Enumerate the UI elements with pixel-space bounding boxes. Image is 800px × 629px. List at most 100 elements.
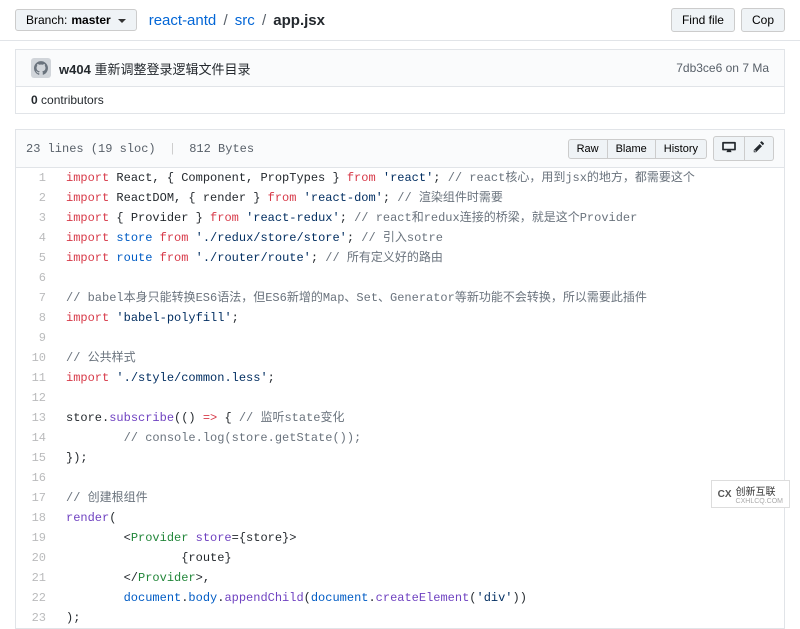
code-line: 20 {route} <box>16 548 784 568</box>
code-line: 23); <box>16 608 784 628</box>
crumb-file: app.jsx <box>273 12 325 29</box>
line-number[interactable]: 17 <box>16 488 56 508</box>
line-number[interactable]: 18 <box>16 508 56 528</box>
code-line: 18render( <box>16 508 784 528</box>
commit-sha[interactable]: 7db3ce6 <box>676 61 722 75</box>
edit-icon-button[interactable] <box>745 136 774 161</box>
line-number[interactable]: 16 <box>16 468 56 488</box>
find-file-button[interactable]: Find file <box>671 8 735 32</box>
crumb-root[interactable]: react-antd <box>149 12 217 29</box>
commit-on: on <box>726 61 739 75</box>
line-number[interactable]: 12 <box>16 388 56 408</box>
commit-date: 7 Ma <box>742 61 769 75</box>
line-content: // console.log(store.getState()); <box>56 428 784 448</box>
octicon-mark-icon <box>34 61 48 75</box>
line-content: }); <box>56 448 784 468</box>
breadcrumb: react-antd / src / app.jsx <box>149 12 325 29</box>
code-line: 11import './style/common.less'; <box>16 368 784 388</box>
commit-meta: 7db3ce6 on 7 Ma <box>676 61 769 75</box>
contributors-count: 0 <box>31 93 38 107</box>
line-content <box>56 328 784 348</box>
code-line: 14 // console.log(store.getState()); <box>16 428 784 448</box>
line-content: // 公共样式 <box>56 348 784 368</box>
line-number[interactable]: 4 <box>16 228 56 248</box>
code-line: 4import store from './redux/store/store'… <box>16 228 784 248</box>
line-content: // 创建根组件 <box>56 488 784 508</box>
commit-author[interactable]: w404 <box>59 62 91 77</box>
divider: | <box>169 142 176 156</box>
file-header: 23 lines (19 sloc) | 812 Bytes Raw Blame… <box>15 129 785 168</box>
line-number[interactable]: 23 <box>16 608 56 628</box>
raw-button[interactable]: Raw <box>568 139 608 159</box>
line-number[interactable]: 14 <box>16 428 56 448</box>
copy-path-button[interactable]: Cop <box>741 8 785 32</box>
line-number[interactable]: 15 <box>16 448 56 468</box>
code-line: 10// 公共样式 <box>16 348 784 368</box>
code-viewer: 1import React, { Component, PropTypes } … <box>15 168 785 629</box>
line-content: import ReactDOM, { render } from 'react-… <box>56 188 784 208</box>
code-line: 22 document.body.appendChild(document.cr… <box>16 588 784 608</box>
desktop-icon-button[interactable] <box>713 136 745 161</box>
line-number[interactable]: 3 <box>16 208 56 228</box>
line-content: store.subscribe(() => { // 监听state变化 <box>56 408 784 428</box>
code-line: 17// 创建根组件 <box>16 488 784 508</box>
code-line: 7// babel本身只能转换ES6语法，但ES6新增的Map、Set、Gene… <box>16 288 784 308</box>
crumb-sep: / <box>262 12 266 29</box>
line-content: <Provider store={store}> <box>56 528 784 548</box>
line-content: // babel本身只能转换ES6语法，但ES6新增的Map、Set、Gener… <box>56 288 784 308</box>
pencil-icon <box>753 141 765 153</box>
watermark-logo: CX <box>718 489 732 500</box>
line-number[interactable]: 9 <box>16 328 56 348</box>
code-line: 2import ReactDOM, { render } from 'react… <box>16 188 784 208</box>
line-number[interactable]: 1 <box>16 168 56 188</box>
file-actions: Raw Blame History <box>568 136 774 161</box>
watermark-sub: CXHLCQ.COM <box>736 498 783 505</box>
history-button[interactable]: History <box>656 139 707 159</box>
line-number[interactable]: 13 <box>16 408 56 428</box>
line-content: render( <box>56 508 784 528</box>
crumb-folder[interactable]: src <box>235 12 255 29</box>
contributors-label: contributors <box>41 93 104 107</box>
line-number[interactable]: 21 <box>16 568 56 588</box>
line-content: document.body.appendChild(document.creat… <box>56 588 784 608</box>
desktop-icon <box>722 141 736 153</box>
line-number[interactable]: 7 <box>16 288 56 308</box>
line-number[interactable]: 11 <box>16 368 56 388</box>
branch-name: master <box>71 13 110 27</box>
branch-selector[interactable]: Branch: master <box>15 9 137 31</box>
line-number[interactable]: 10 <box>16 348 56 368</box>
caret-down-icon <box>115 13 126 27</box>
topbar-actions: Find file Cop <box>671 8 785 32</box>
code-line: 19 <Provider store={store}> <box>16 528 784 548</box>
line-content: ); <box>56 608 784 628</box>
code-line: 21 </Provider>, <box>16 568 784 588</box>
line-number[interactable]: 19 <box>16 528 56 548</box>
watermark-brand: 创新互联 <box>736 483 783 498</box>
code-line: 1import React, { Component, PropTypes } … <box>16 168 784 188</box>
line-content: </Provider>, <box>56 568 784 588</box>
blame-button[interactable]: Blame <box>608 139 656 159</box>
line-number[interactable]: 22 <box>16 588 56 608</box>
contributors-row: 0 contributors <box>15 87 785 114</box>
file-lines: 23 lines (19 sloc) <box>26 142 156 156</box>
line-content <box>56 388 784 408</box>
file-info: 23 lines (19 sloc) | 812 Bytes <box>26 142 254 156</box>
line-number[interactable]: 2 <box>16 188 56 208</box>
code-line: 16 <box>16 468 784 488</box>
line-content: import store from './redux/store/store';… <box>56 228 784 248</box>
line-number[interactable]: 20 <box>16 548 56 568</box>
commit-title[interactable]: 重新调整登录逻辑文件目录 <box>94 62 250 77</box>
watermark: CX 创新互联 CXHLCQ.COM <box>711 480 790 508</box>
line-number[interactable]: 5 <box>16 248 56 268</box>
line-number[interactable]: 8 <box>16 308 56 328</box>
crumb-sep: / <box>223 12 227 29</box>
line-content <box>56 268 784 288</box>
code-line: 3import { Provider } from 'react-redux';… <box>16 208 784 228</box>
view-group: Raw Blame History <box>568 139 707 159</box>
line-content: {route} <box>56 548 784 568</box>
line-content: import 'babel-polyfill'; <box>56 308 784 328</box>
code-line: 6 <box>16 268 784 288</box>
line-number[interactable]: 6 <box>16 268 56 288</box>
commit-summary: w404 重新调整登录逻辑文件目录 7db3ce6 on 7 Ma <box>15 49 785 87</box>
code-line: 13store.subscribe(() => { // 监听state变化 <box>16 408 784 428</box>
